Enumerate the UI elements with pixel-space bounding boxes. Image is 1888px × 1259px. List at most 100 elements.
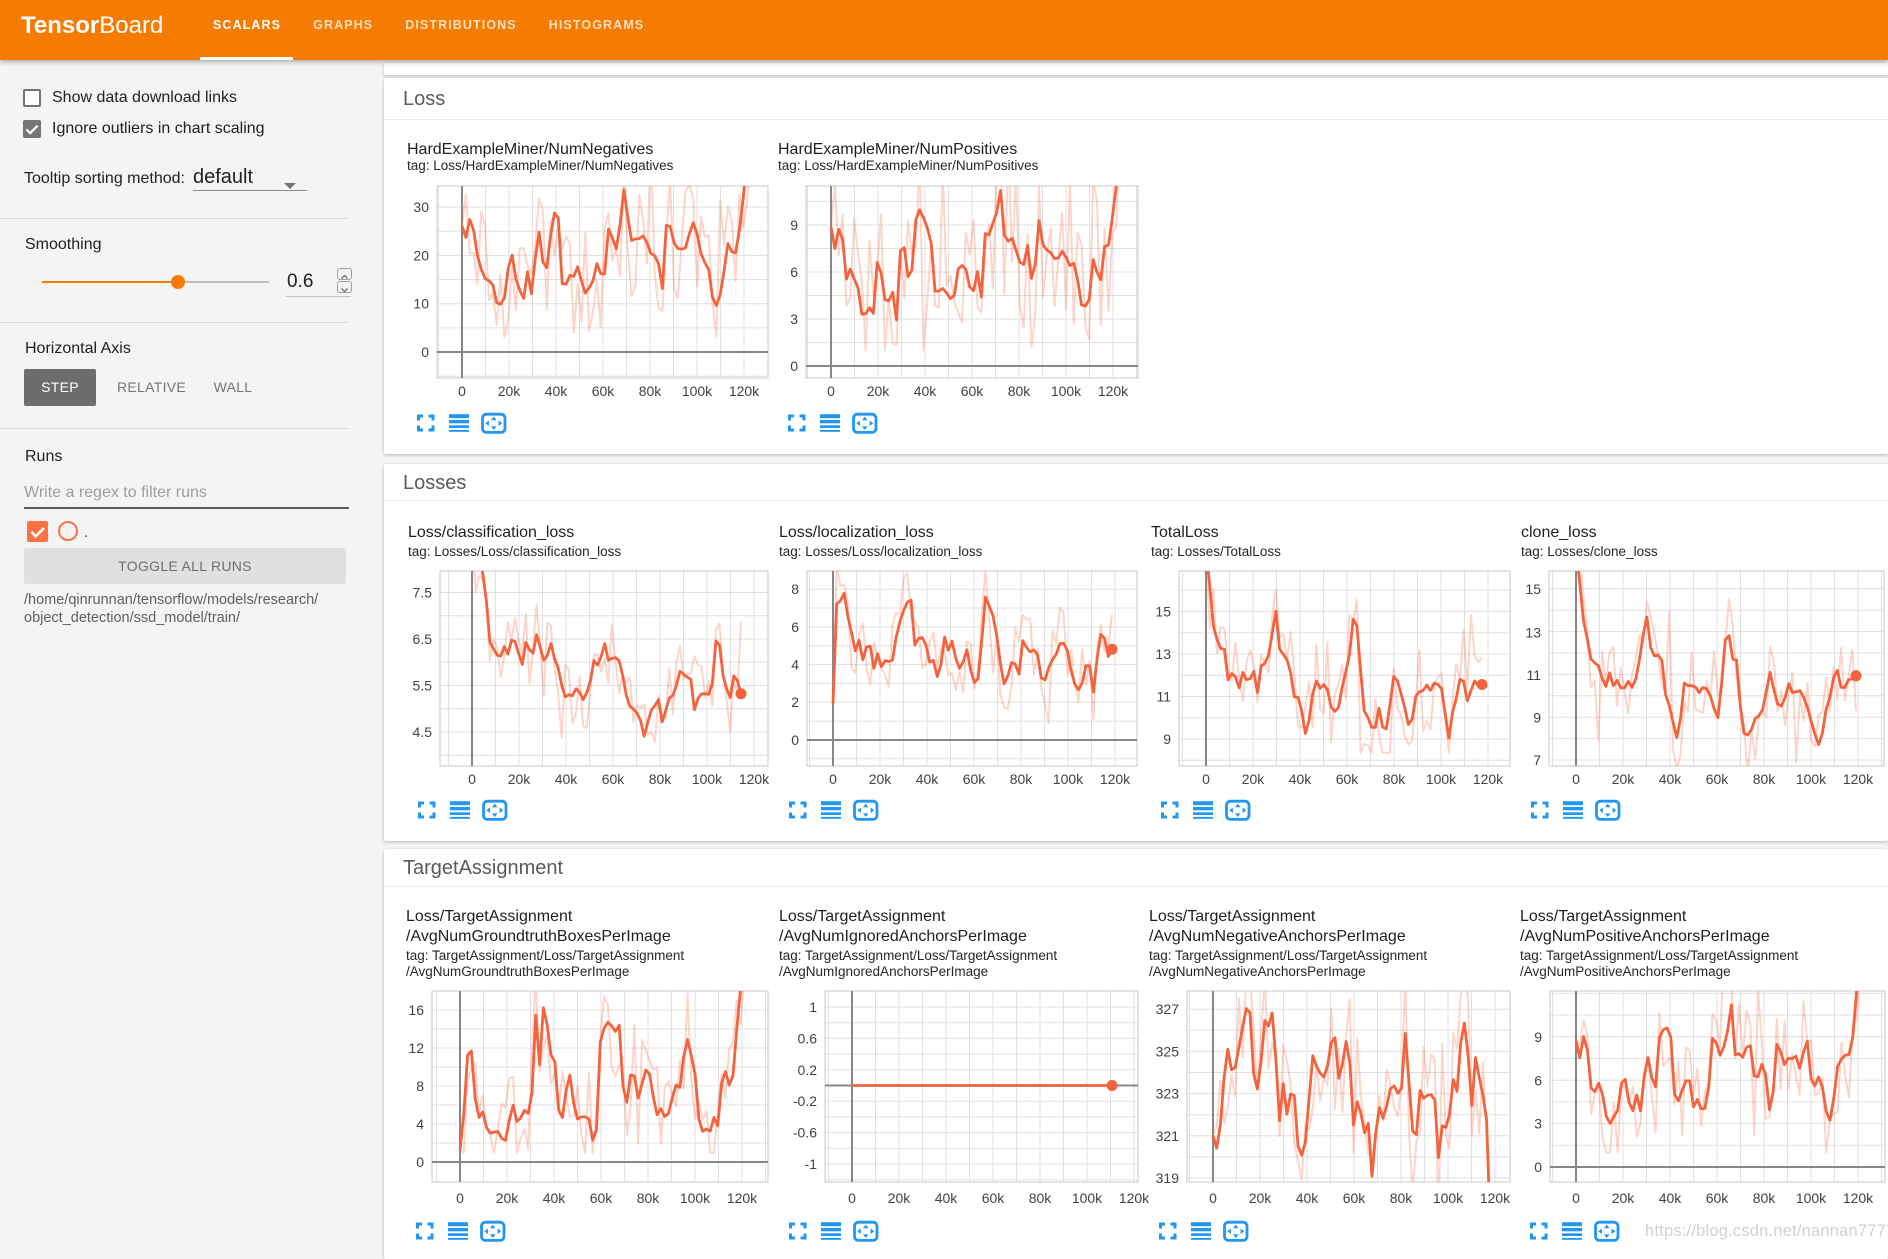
svg-text:4: 4 — [791, 657, 799, 673]
svg-text:0: 0 — [468, 771, 476, 787]
svg-text:2: 2 — [791, 694, 799, 710]
svg-text:0: 0 — [456, 1190, 464, 1206]
svg-text:60k: 60k — [592, 383, 616, 399]
svg-text:40k: 40k — [1659, 1190, 1683, 1206]
svg-text:10: 10 — [413, 296, 429, 312]
svg-text:100k: 100k — [1051, 383, 1082, 399]
svg-text:60k: 60k — [1706, 771, 1730, 787]
svg-text:100k: 100k — [1796, 1190, 1827, 1206]
svg-text:80k: 80k — [1753, 771, 1777, 787]
svg-text:3: 3 — [1534, 1116, 1542, 1132]
svg-text:0: 0 — [416, 1154, 424, 1170]
svg-text:0: 0 — [1209, 1190, 1217, 1206]
svg-text:3: 3 — [790, 311, 798, 327]
svg-text:40k: 40k — [1296, 1190, 1320, 1206]
svg-text:80k: 80k — [639, 383, 663, 399]
svg-text:40k: 40k — [1289, 771, 1313, 787]
svg-text:20k: 20k — [508, 771, 532, 787]
svg-text:0: 0 — [829, 771, 837, 787]
svg-text:5.5: 5.5 — [413, 678, 433, 694]
svg-text:9: 9 — [1533, 710, 1541, 726]
svg-text:120k: 120k — [1473, 771, 1504, 787]
svg-text:8: 8 — [791, 581, 799, 597]
svg-text:0: 0 — [1572, 771, 1580, 787]
svg-text:325: 325 — [1156, 1043, 1180, 1059]
svg-text:8: 8 — [416, 1078, 424, 1094]
svg-text:40k: 40k — [555, 771, 579, 787]
svg-text:327: 327 — [1156, 1001, 1180, 1017]
svg-text:12: 12 — [408, 1040, 424, 1056]
svg-text:60k: 60k — [1706, 1190, 1730, 1206]
svg-text:0.6: 0.6 — [798, 1030, 818, 1046]
svg-text:0: 0 — [1534, 1159, 1542, 1175]
svg-text:100k: 100k — [1053, 771, 1084, 787]
svg-text:0: 0 — [827, 383, 835, 399]
svg-text:15: 15 — [1155, 604, 1171, 620]
svg-text:60k: 60k — [963, 771, 987, 787]
svg-text:321: 321 — [1156, 1128, 1180, 1144]
svg-text:20: 20 — [413, 247, 429, 263]
svg-text:80k: 80k — [637, 1190, 661, 1206]
svg-text:120k: 120k — [1843, 771, 1874, 787]
svg-text:80k: 80k — [1390, 1190, 1414, 1206]
svg-text:7.5: 7.5 — [413, 585, 433, 601]
svg-text:30: 30 — [413, 199, 429, 215]
svg-text:20k: 20k — [498, 383, 522, 399]
svg-text:60k: 60k — [590, 1190, 614, 1206]
svg-text:80k: 80k — [1383, 771, 1407, 787]
svg-text:40k: 40k — [916, 771, 940, 787]
svg-text:100k: 100k — [682, 383, 713, 399]
svg-text:80k: 80k — [1029, 1190, 1053, 1206]
svg-text:9: 9 — [790, 217, 798, 233]
svg-text:0: 0 — [421, 344, 429, 360]
svg-text:20k: 20k — [496, 1190, 520, 1206]
svg-text:11: 11 — [1156, 689, 1171, 705]
svg-text:80k: 80k — [1010, 771, 1034, 787]
svg-text:100k: 100k — [680, 1190, 711, 1206]
svg-text:20k: 20k — [1242, 771, 1266, 787]
svg-text:60k: 60k — [982, 1190, 1006, 1206]
svg-text:40k: 40k — [545, 383, 569, 399]
svg-text:80k: 80k — [1008, 383, 1032, 399]
svg-text:120k: 120k — [1100, 771, 1131, 787]
svg-text:40k: 40k — [935, 1190, 959, 1206]
svg-text:100k: 100k — [1433, 1190, 1464, 1206]
svg-text:120k: 120k — [729, 383, 760, 399]
svg-text:60k: 60k — [1336, 771, 1360, 787]
svg-text:4: 4 — [416, 1116, 424, 1132]
svg-text:6: 6 — [1534, 1072, 1542, 1088]
svg-text:319: 319 — [1156, 1170, 1180, 1186]
svg-text:13: 13 — [1155, 646, 1171, 662]
svg-text:80k: 80k — [1753, 1190, 1777, 1206]
svg-text:4.5: 4.5 — [413, 724, 433, 740]
svg-text:1: 1 — [809, 999, 817, 1015]
svg-text:6.5: 6.5 — [413, 631, 433, 647]
svg-text:120k: 120k — [1098, 383, 1129, 399]
svg-text:9: 9 — [1163, 731, 1171, 747]
svg-text:0.2: 0.2 — [798, 1062, 818, 1078]
svg-text:0: 0 — [1572, 1190, 1580, 1206]
svg-text:-0.2: -0.2 — [793, 1093, 817, 1109]
svg-text:60k: 60k — [602, 771, 626, 787]
svg-text:0: 0 — [791, 732, 799, 748]
svg-text:60k: 60k — [1343, 1190, 1367, 1206]
svg-text:20k: 20k — [888, 1190, 912, 1206]
svg-text:40k: 40k — [1659, 771, 1683, 787]
svg-text:120k: 120k — [727, 1190, 758, 1206]
svg-text:9: 9 — [1534, 1029, 1542, 1045]
svg-text:16: 16 — [408, 1002, 424, 1018]
svg-text:0: 0 — [848, 1190, 856, 1206]
svg-text:0: 0 — [790, 358, 798, 374]
svg-text:0: 0 — [1202, 771, 1210, 787]
svg-text:0: 0 — [458, 383, 466, 399]
svg-text:100k: 100k — [1072, 1190, 1103, 1206]
svg-text:100k: 100k — [1796, 771, 1827, 787]
svg-text:20k: 20k — [1612, 771, 1636, 787]
svg-text:120k: 120k — [1480, 1190, 1511, 1206]
svg-text:120k: 120k — [1843, 1190, 1874, 1206]
svg-text:20k: 20k — [867, 383, 891, 399]
svg-text:100k: 100k — [692, 771, 723, 787]
svg-text:11: 11 — [1526, 667, 1541, 683]
svg-text:100k: 100k — [1426, 771, 1457, 787]
svg-text:40k: 40k — [543, 1190, 567, 1206]
